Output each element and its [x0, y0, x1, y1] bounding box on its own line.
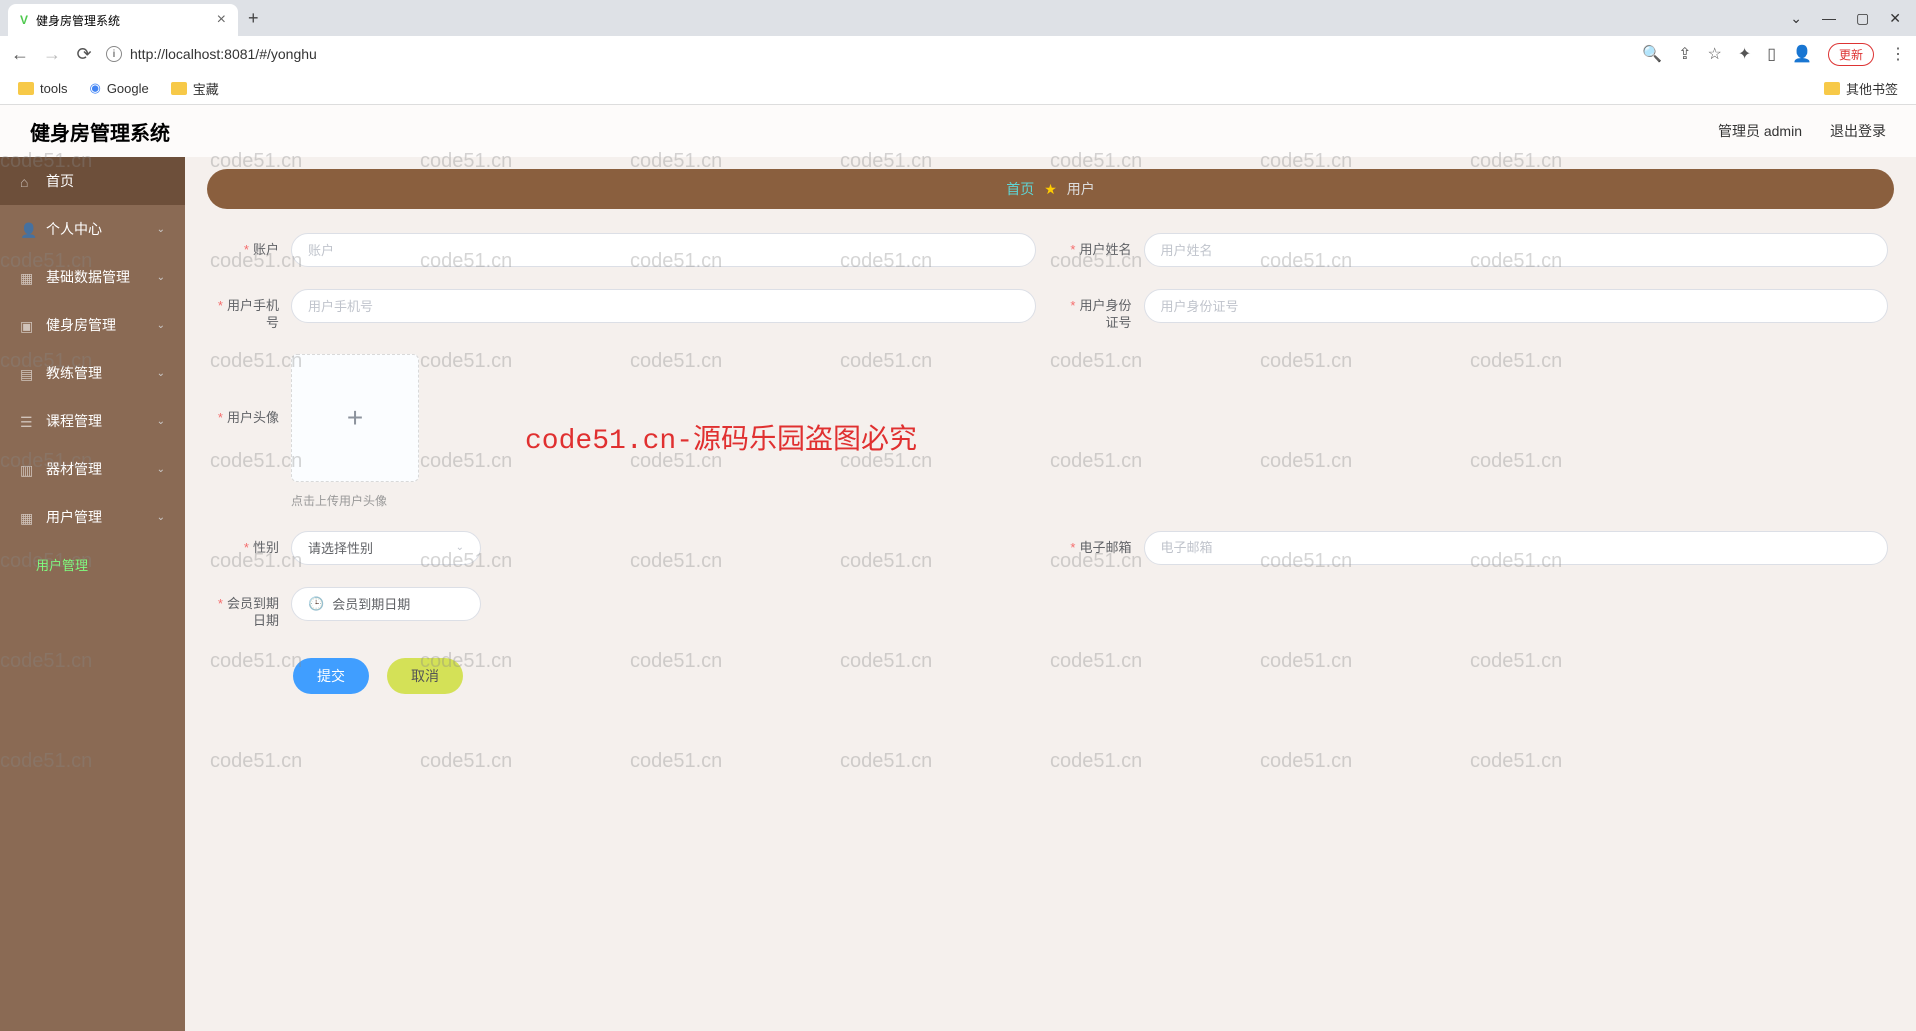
- main-content: 首页 ★ 用户 *账户 *用户姓名 *用户手机号: [185, 157, 1916, 1031]
- form-item-account: *账户: [213, 233, 1036, 267]
- chevron-down-icon: ⌄: [157, 272, 165, 283]
- bookmark-bar: tools ◉Google 宝藏 其他书签: [0, 72, 1916, 104]
- folder-icon: [1824, 82, 1840, 95]
- chevron-down-icon: ⌄: [157, 464, 165, 475]
- back-icon[interactable]: ←: [10, 44, 30, 65]
- reading-list-icon[interactable]: ▯: [1767, 44, 1776, 64]
- chevron-down-icon: ⌄: [157, 224, 165, 235]
- sidebar-item-home[interactable]: ⌂首页: [0, 157, 185, 205]
- app-header: 健身房管理系统 管理员 admin 退出登录: [0, 105, 1916, 157]
- tab-bar: V 健身房管理系统 × + ⌄ — ▢ ✕: [0, 0, 1916, 36]
- star-icon: ★: [1044, 181, 1057, 198]
- users-icon: ▦: [20, 510, 36, 524]
- submit-button[interactable]: 提交: [293, 658, 369, 694]
- bookmark-baozang[interactable]: 宝藏: [171, 79, 219, 98]
- form-item-phone: *用户手机号: [213, 289, 1036, 332]
- form-item-email: *电子邮箱: [1066, 531, 1889, 565]
- folder-icon: [18, 82, 34, 95]
- bookmark-other[interactable]: 其他书签: [1824, 79, 1898, 98]
- bookmark-tools[interactable]: tools: [18, 81, 67, 96]
- expire-date-picker[interactable]: 🕒 会员到期日期: [291, 587, 481, 621]
- plus-icon: +: [347, 402, 363, 434]
- form-actions: 提交 取消: [293, 658, 1888, 694]
- tab-title: 健身房管理系统: [36, 12, 120, 29]
- chevron-down-icon: ⌄: [157, 320, 165, 331]
- sidebar-item-profile[interactable]: 👤个人中心⌄: [0, 205, 185, 253]
- chevron-down-icon: ⌄: [456, 542, 464, 553]
- sidebar-item-equipment[interactable]: ▥器材管理⌄: [0, 445, 185, 493]
- admin-label[interactable]: 管理员 admin: [1718, 121, 1802, 141]
- clock-icon: 🕒: [308, 596, 324, 612]
- avatar-upload[interactable]: +: [291, 354, 419, 482]
- url-text: http://localhost:8081/#/yonghu: [130, 46, 317, 62]
- new-tab-button[interactable]: +: [248, 8, 259, 29]
- form-item-gender: *性别 请选择性别 ⌄: [213, 531, 1036, 565]
- chevron-down-icon: ⌄: [157, 368, 165, 379]
- sidebar-item-basedata[interactable]: ▦基础数据管理⌄: [0, 253, 185, 301]
- close-window-icon[interactable]: ✕: [1889, 10, 1901, 27]
- bookmark-google[interactable]: ◉Google: [89, 80, 148, 96]
- toolbar-right: 🔍 ⇪ ☆ ✦ ▯ 👤 更新 ⋮: [1642, 43, 1906, 66]
- minimize-icon[interactable]: —: [1822, 10, 1836, 27]
- app-title: 健身房管理系统: [30, 117, 170, 146]
- header-right: 管理员 admin 退出登录: [1718, 121, 1886, 141]
- sidebar-item-course[interactable]: ☰课程管理⌄: [0, 397, 185, 445]
- logout-link[interactable]: 退出登录: [1830, 121, 1886, 141]
- user-form: *账户 *用户姓名 *用户手机号 *用户身份证号: [207, 233, 1894, 694]
- sidebar-item-coach[interactable]: ▤教练管理⌄: [0, 349, 185, 397]
- chevron-down-icon: ⌄: [157, 512, 165, 523]
- gym-icon: ▣: [20, 318, 36, 332]
- share-icon[interactable]: ⇪: [1678, 44, 1691, 64]
- address-bar: ← → ⟳ i http://localhost:8081/#/yonghu 🔍…: [0, 36, 1916, 72]
- phone-input[interactable]: [291, 289, 1036, 323]
- home-icon: ⌂: [20, 174, 36, 188]
- menu-icon[interactable]: ⋮: [1890, 44, 1906, 64]
- extensions-icon[interactable]: ✦: [1738, 44, 1751, 64]
- course-icon: ☰: [20, 414, 36, 428]
- sidebar-subitem-user[interactable]: 用户管理: [0, 541, 185, 588]
- zoom-icon[interactable]: 🔍: [1642, 44, 1662, 64]
- app-body: ⌂首页 👤个人中心⌄ ▦基础数据管理⌄ ▣健身房管理⌄ ▤教练管理⌄ ☰课程管理…: [0, 157, 1916, 1031]
- form-item-idcard: *用户身份证号: [1066, 289, 1889, 332]
- chevron-down-icon: ⌄: [157, 416, 165, 427]
- user-icon: 👤: [20, 222, 36, 236]
- equipment-icon: ▥: [20, 462, 36, 476]
- star-icon[interactable]: ☆: [1708, 44, 1722, 64]
- url-input[interactable]: i http://localhost:8081/#/yonghu: [106, 46, 1630, 62]
- cancel-button[interactable]: 取消: [387, 658, 463, 694]
- account-input[interactable]: [291, 233, 1036, 267]
- form-item-avatar: *用户头像 + 点击上传用户头像: [213, 354, 1888, 509]
- sidebar-item-gym[interactable]: ▣健身房管理⌄: [0, 301, 185, 349]
- profile-icon[interactable]: 👤: [1792, 44, 1812, 64]
- reload-icon[interactable]: ⟳: [74, 44, 94, 65]
- email-input[interactable]: [1144, 531, 1889, 565]
- close-icon[interactable]: ×: [217, 11, 226, 29]
- forward-icon[interactable]: →: [42, 44, 62, 65]
- google-icon: ◉: [89, 80, 100, 96]
- browser-tab[interactable]: V 健身房管理系统 ×: [8, 4, 238, 36]
- idcard-input[interactable]: [1144, 289, 1889, 323]
- coach-icon: ▤: [20, 366, 36, 380]
- update-button[interactable]: 更新: [1828, 43, 1874, 66]
- data-icon: ▦: [20, 270, 36, 284]
- window-controls: ⌄ — ▢ ✕: [1790, 10, 1916, 27]
- form-item-username: *用户姓名: [1066, 233, 1889, 267]
- browser-chrome: V 健身房管理系统 × + ⌄ — ▢ ✕ ← → ⟳ i http://loc…: [0, 0, 1916, 105]
- gender-select[interactable]: 请选择性别 ⌄: [291, 531, 481, 565]
- sidebar-item-user-mgmt[interactable]: ▦用户管理⌄: [0, 493, 185, 541]
- breadcrumb-current: 用户: [1067, 179, 1095, 199]
- vue-icon: V: [20, 13, 28, 27]
- sidebar: ⌂首页 👤个人中心⌄ ▦基础数据管理⌄ ▣健身房管理⌄ ▤教练管理⌄ ☰课程管理…: [0, 157, 185, 1031]
- chevron-down-icon[interactable]: ⌄: [1790, 10, 1802, 27]
- maximize-icon[interactable]: ▢: [1856, 10, 1869, 27]
- username-input[interactable]: [1144, 233, 1889, 267]
- upload-hint: 点击上传用户头像: [291, 492, 1888, 509]
- breadcrumb: 首页 ★ 用户: [207, 169, 1894, 209]
- info-icon[interactable]: i: [106, 46, 122, 62]
- folder-icon: [171, 82, 187, 95]
- form-item-expire: *会员到期日期 🕒 会员到期日期: [213, 587, 1051, 630]
- breadcrumb-home[interactable]: 首页: [1006, 179, 1034, 199]
